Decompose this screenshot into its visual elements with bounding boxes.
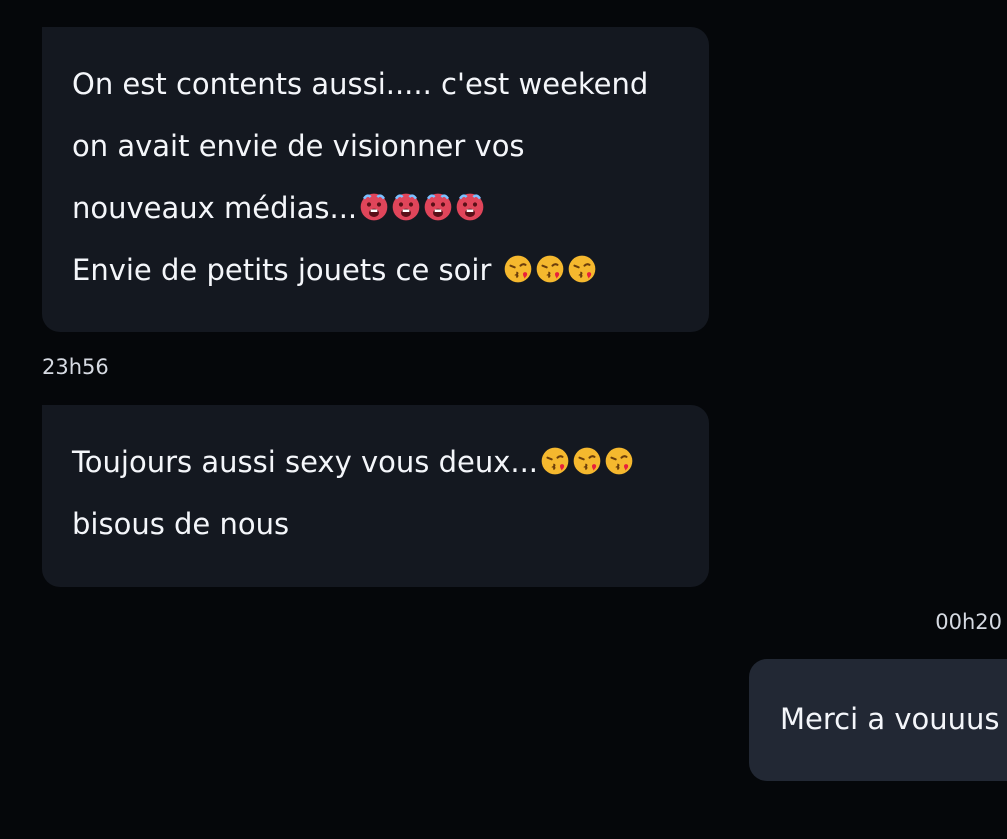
message-text: Envie de petits jouets ce soir xyxy=(72,253,501,287)
message-text-line: on avait envie de visionner vos xyxy=(72,129,525,163)
hot-face-emoji xyxy=(360,193,388,221)
kiss-face-emoji xyxy=(536,255,563,283)
message-bubble-received[interactable]: On est contents aussi..... c'est weekend… xyxy=(42,27,709,332)
kiss-face-emoji xyxy=(568,255,595,283)
message-text-line: Toujours aussi sexy vous deux... xyxy=(72,431,709,493)
hot-face-emoji xyxy=(392,193,420,221)
kiss-face-emoji xyxy=(541,447,569,475)
hot-face-emoji xyxy=(456,193,484,221)
kiss-face-emoji xyxy=(573,447,601,475)
message-bubble-sent[interactable]: Merci a vouuus xyxy=(749,659,1007,781)
emoji-group xyxy=(540,446,634,476)
kiss-face-emoji xyxy=(605,447,633,475)
message-text-line: On est contents aussi..... c'est weekend xyxy=(72,67,649,101)
message-timestamp: 23h56 xyxy=(42,355,109,379)
message-text-line: Merci a vouuus xyxy=(780,702,1000,736)
emoji-group xyxy=(503,254,597,284)
message-text-line: nouveaux médias... xyxy=(72,177,709,239)
message-bubble-received[interactable]: Toujours aussi sexy vous deux... bisous … xyxy=(42,405,709,587)
message-text-line: Envie de petits jouets ce soir xyxy=(72,239,709,301)
message-text: Toujours aussi sexy vous deux... xyxy=(72,445,539,479)
kiss-face-emoji xyxy=(504,255,531,283)
message-text: nouveaux médias... xyxy=(72,191,358,225)
message-timestamp: 00h20 xyxy=(935,610,1002,634)
emoji-group xyxy=(359,192,485,222)
hot-face-emoji xyxy=(424,193,452,221)
message-text-line: bisous de nous xyxy=(72,507,290,541)
